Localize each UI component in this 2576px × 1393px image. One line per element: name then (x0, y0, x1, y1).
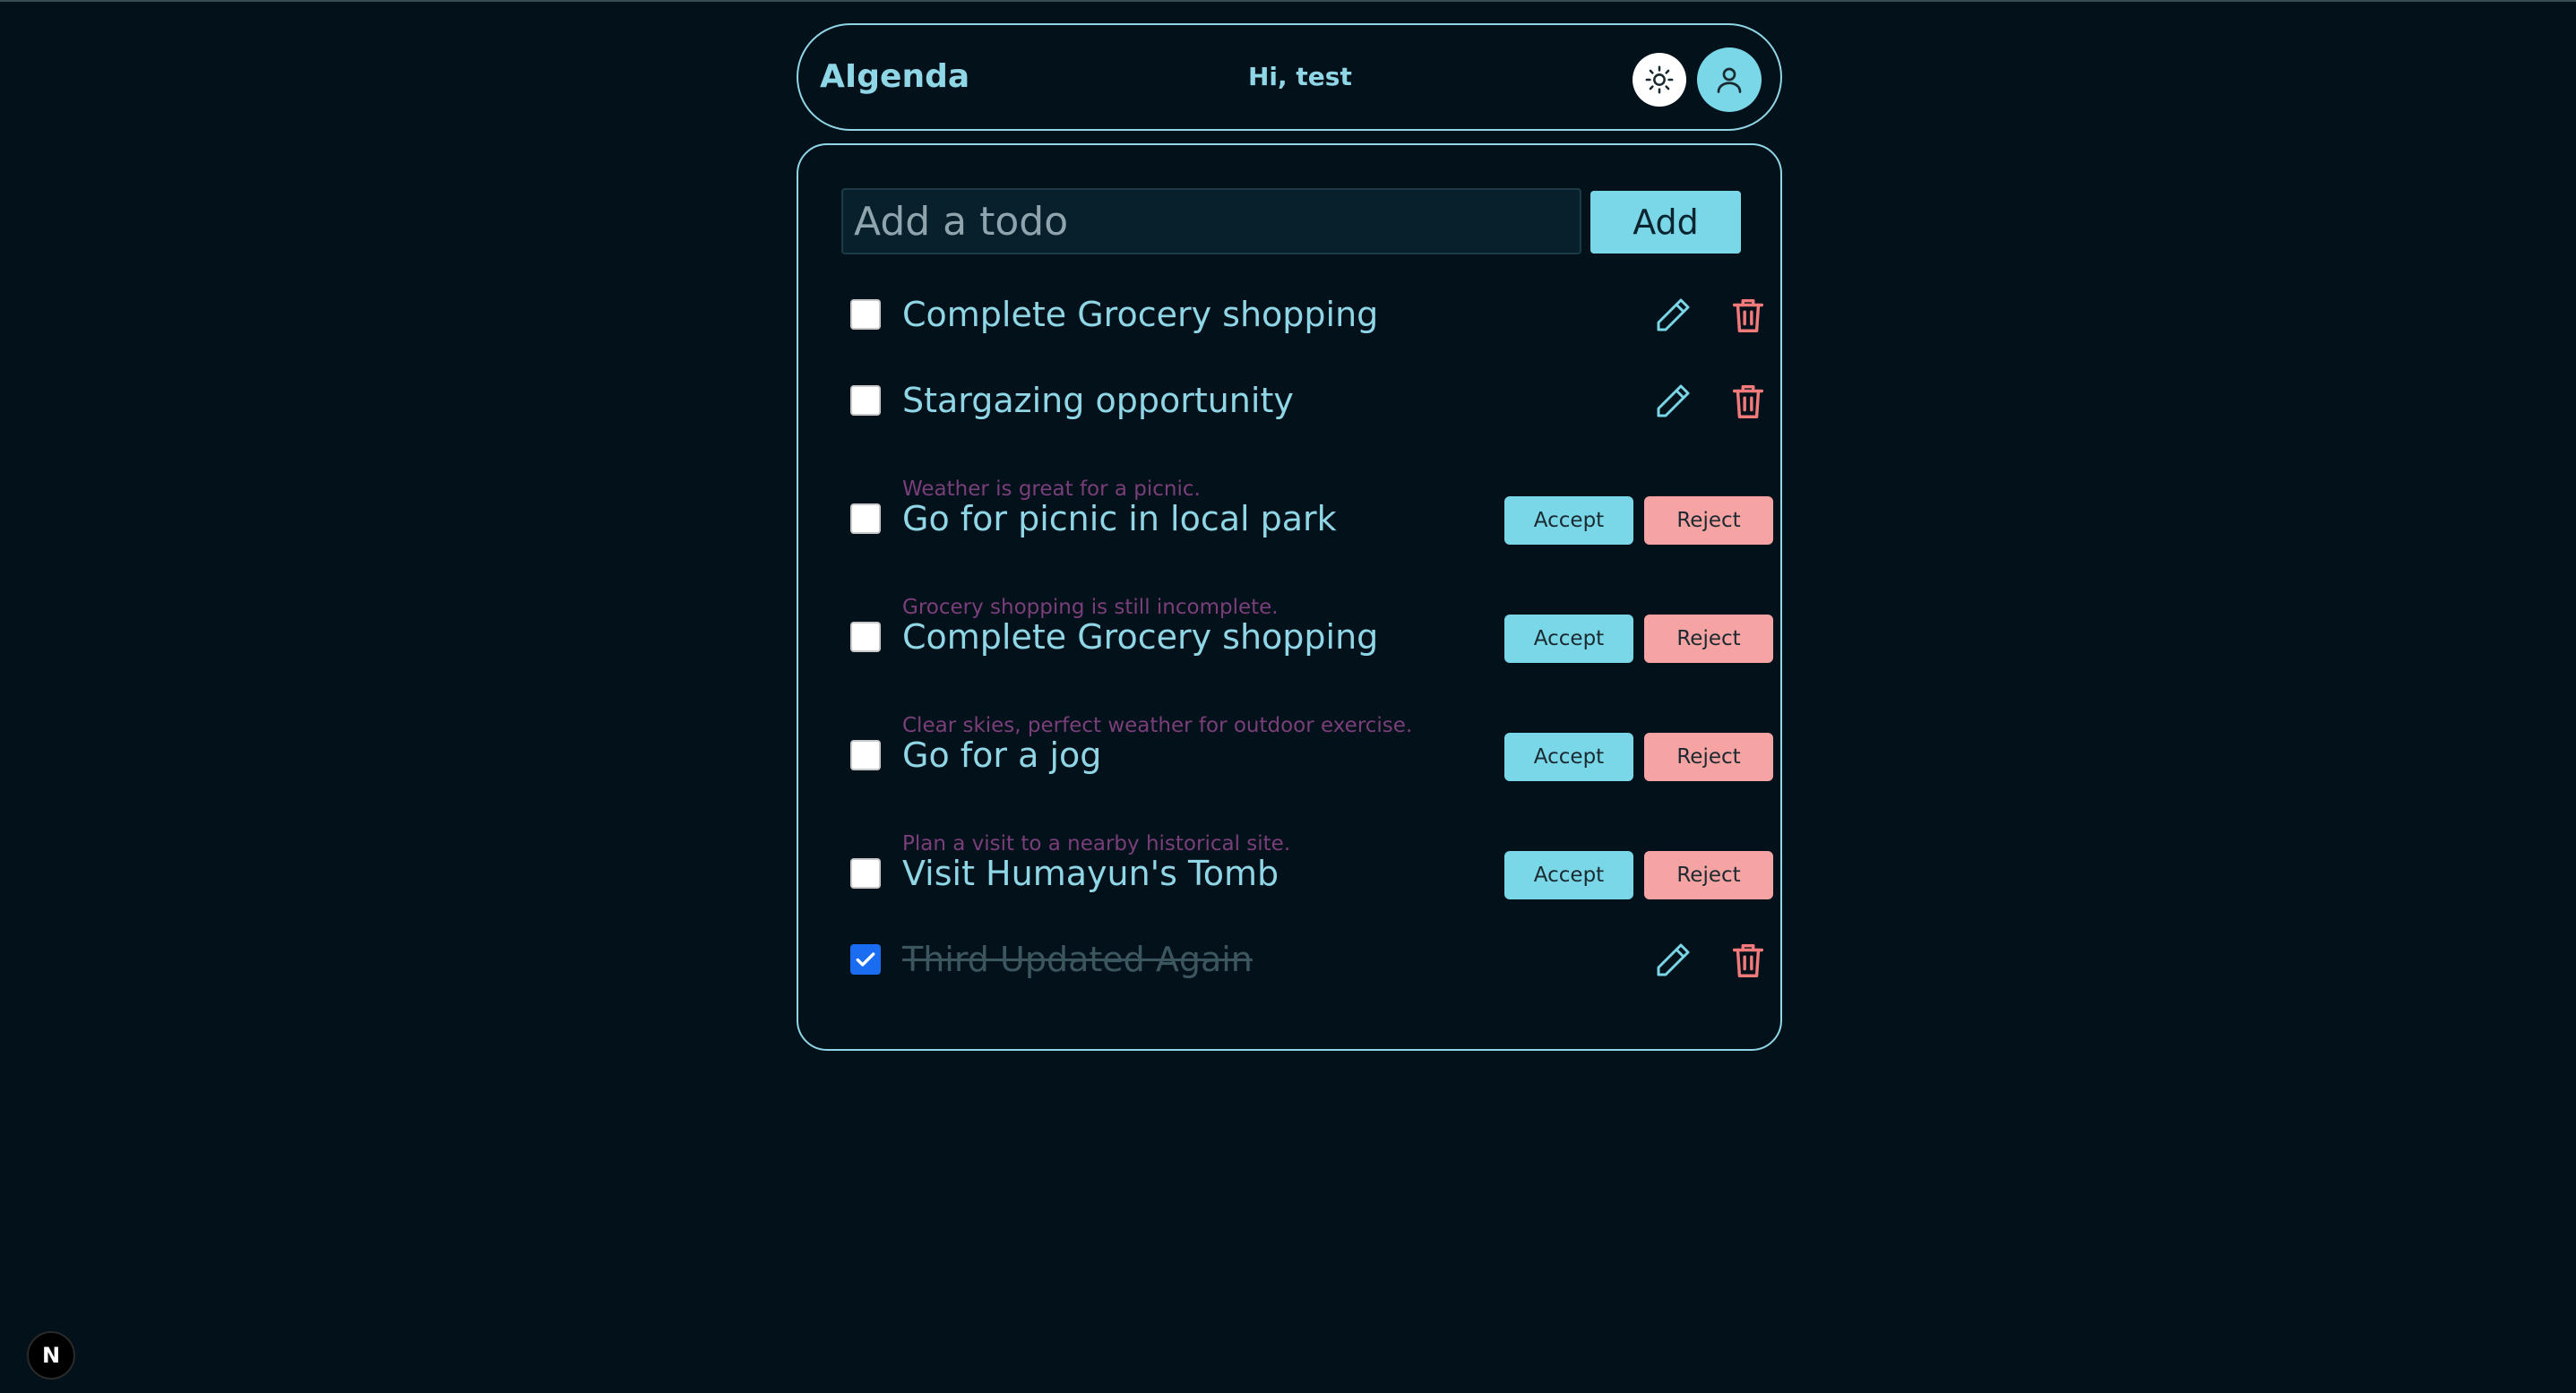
todo-text: Third Updated Again (902, 940, 1253, 979)
user-icon (1717, 67, 1742, 93)
pencil-icon[interactable] (1648, 290, 1698, 340)
todo-text: Stargazing opportunity (902, 381, 1294, 420)
reject-button[interactable]: Reject (1644, 851, 1773, 899)
todo-text: Go for a jog (902, 735, 1102, 775)
user-menu-button[interactable] (1697, 47, 1762, 112)
app-header: AIgenda Hi, test (797, 23, 1782, 131)
todo-item: Third Updated Again (841, 924, 1764, 996)
suggestion-item: Clear skies, perfect weather for outdoor… (841, 713, 1773, 803)
reject-button[interactable]: Reject (1644, 496, 1773, 545)
accept-button[interactable]: Accept (1504, 496, 1633, 545)
todo-text: Visit Humayun's Tomb (902, 854, 1279, 893)
trash-icon[interactable] (1723, 376, 1773, 426)
todo-text: Complete Grocery shopping (902, 295, 1379, 334)
trash-icon[interactable] (1723, 290, 1773, 340)
pencil-icon[interactable] (1648, 376, 1698, 426)
todo-text: Go for picnic in local park (902, 499, 1337, 538)
accept-button[interactable]: Accept (1504, 851, 1633, 899)
trash-icon[interactable] (1723, 935, 1773, 985)
accept-button[interactable]: Accept (1504, 733, 1633, 781)
suggestion-item: Grocery shopping is still incomplete. Co… (841, 595, 1773, 684)
todo-checkbox[interactable] (850, 740, 881, 770)
todo-checkbox[interactable] (850, 299, 881, 330)
todo-checkbox[interactable] (850, 622, 881, 652)
accept-button[interactable]: Accept (1504, 615, 1633, 663)
dev-tools-badge[interactable]: N (27, 1331, 75, 1380)
sun-icon (1645, 65, 1674, 94)
todo-card: Add Complete Grocery shopping Stargazing… (797, 143, 1782, 1051)
todo-item: Stargazing opportunity (841, 365, 1764, 437)
suggestion-item: Weather is great for a picnic. Go for pi… (841, 477, 1773, 566)
add-button[interactable]: Add (1590, 191, 1741, 254)
user-greeting: Hi, test (1248, 62, 1352, 91)
todo-checkbox[interactable] (850, 503, 881, 534)
app-brand: AIgenda (820, 58, 970, 95)
todo-checkbox[interactable] (850, 858, 881, 889)
reject-button[interactable]: Reject (1644, 733, 1773, 781)
suggestion-item: Plan a visit to a nearby historical site… (841, 831, 1773, 921)
reject-button[interactable]: Reject (1644, 615, 1773, 663)
theme-toggle-button[interactable] (1633, 53, 1686, 107)
checkmark-icon (856, 952, 875, 967)
todo-text: Complete Grocery shopping (902, 617, 1379, 657)
add-todo-input[interactable] (841, 188, 1581, 254)
todo-checkbox[interactable] (850, 385, 881, 416)
todo-checkbox[interactable] (850, 944, 881, 975)
pencil-icon[interactable] (1648, 935, 1698, 985)
top-border (0, 0, 2576, 2)
todo-item: Complete Grocery shopping (841, 279, 1764, 351)
